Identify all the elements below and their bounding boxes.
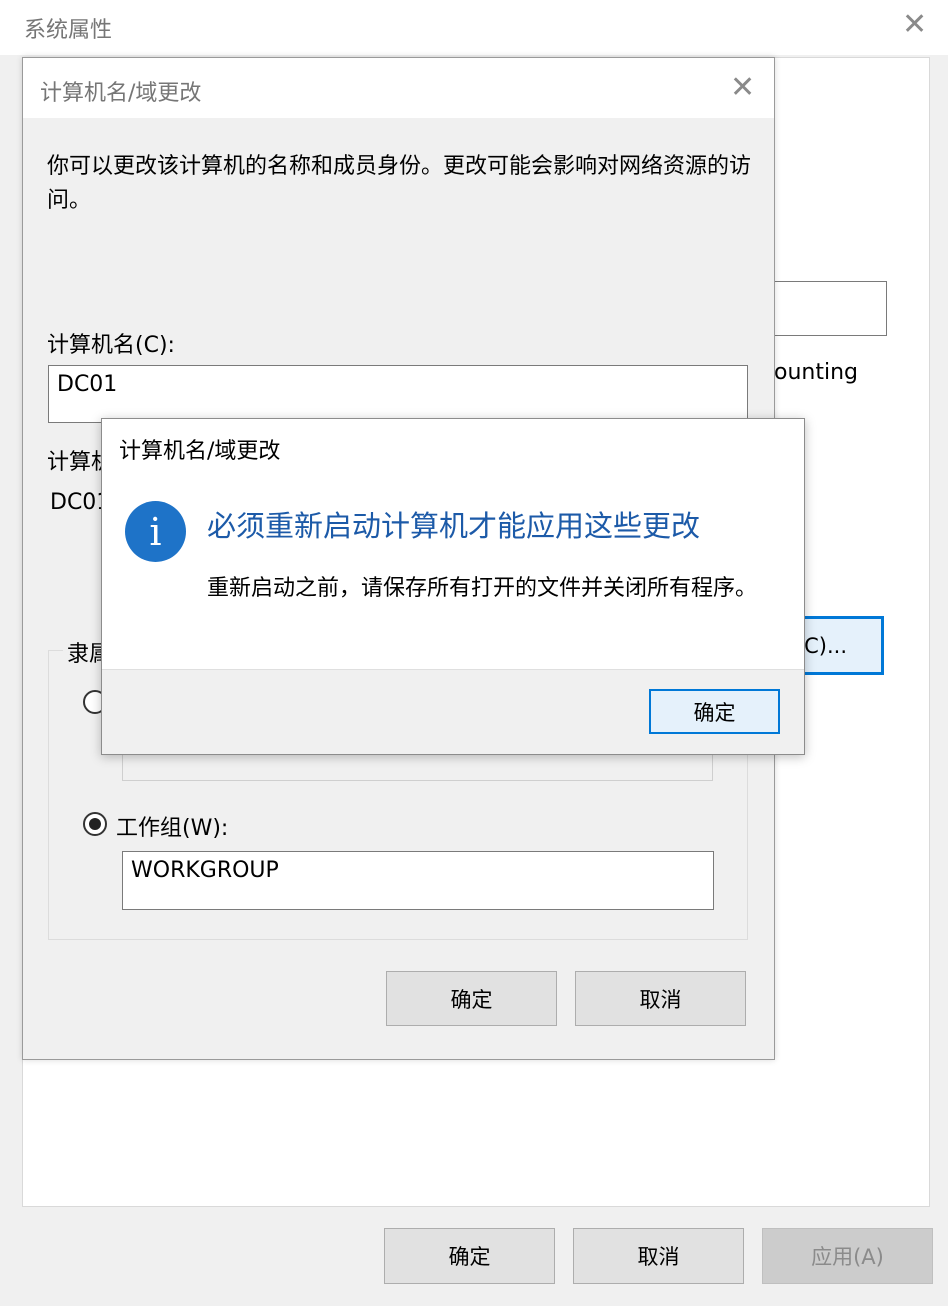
outer-apply-button: 应用(A) (762, 1228, 933, 1284)
computer-name-label: 计算机名(C): (47, 333, 175, 358)
window-title: 系统属性 (24, 18, 113, 43)
outer-cancel-button[interactable]: 取消 (573, 1228, 744, 1284)
message-footer: 确定 (102, 669, 804, 754)
dialog-titlebar: 计算机名/域更改 ✕ (23, 58, 774, 118)
message-ok-button[interactable]: 确定 (649, 689, 780, 734)
outer-apply-label: 应用(A) (811, 1245, 884, 1269)
message-heading: 必须重新启动计算机才能应用这些更改 (207, 509, 701, 543)
dialog-ok-label: 确定 (450, 987, 493, 1012)
workgroup-label: 工作组(W): (116, 816, 229, 841)
titlebar: 系统属性 ✕ (0, 0, 948, 55)
dialog-cancel-label: 取消 (639, 987, 682, 1012)
close-icon[interactable]: ✕ (902, 10, 927, 40)
outer-ok-label: 确定 (448, 1245, 491, 1269)
message-box-title: 计算机名/域更改 (119, 439, 281, 464)
computer-name-input[interactable]: DC01 (48, 365, 748, 423)
restart-message-box: 计算机名/域更改 i 必须重新启动计算机才能应用这些更改 重新启动之前，请保存所… (101, 418, 805, 755)
dialog-title: 计算机名/域更改 (40, 81, 202, 106)
info-icon: i (125, 501, 186, 562)
workgroup-input[interactable]: WORKGROUP (122, 851, 714, 910)
outer-ok-button[interactable]: 确定 (384, 1228, 555, 1284)
description-input-partial[interactable] (760, 281, 887, 336)
outer-cancel-label: 取消 (637, 1245, 680, 1269)
message-body: 重新启动之前，请保存所有打开的文件并关闭所有程序。 (207, 576, 758, 601)
workgroup-radio-dot (89, 818, 101, 830)
message-ok-label: 确定 (693, 700, 736, 725)
domain-input (122, 753, 713, 781)
dialog-cancel-button[interactable]: 取消 (575, 971, 746, 1026)
workgroup-radio[interactable] (83, 812, 107, 836)
dialog-ok-button[interactable]: 确定 (386, 971, 557, 1026)
partial-domain-text: ounting (774, 360, 858, 385)
change-button-label: C)... (804, 633, 847, 658)
dialog-description: 你可以更改该计算机的名称和成员身份。更改可能会影响对网络资源的访问。 (47, 154, 752, 213)
dialog-close-icon[interactable]: ✕ (730, 73, 755, 103)
